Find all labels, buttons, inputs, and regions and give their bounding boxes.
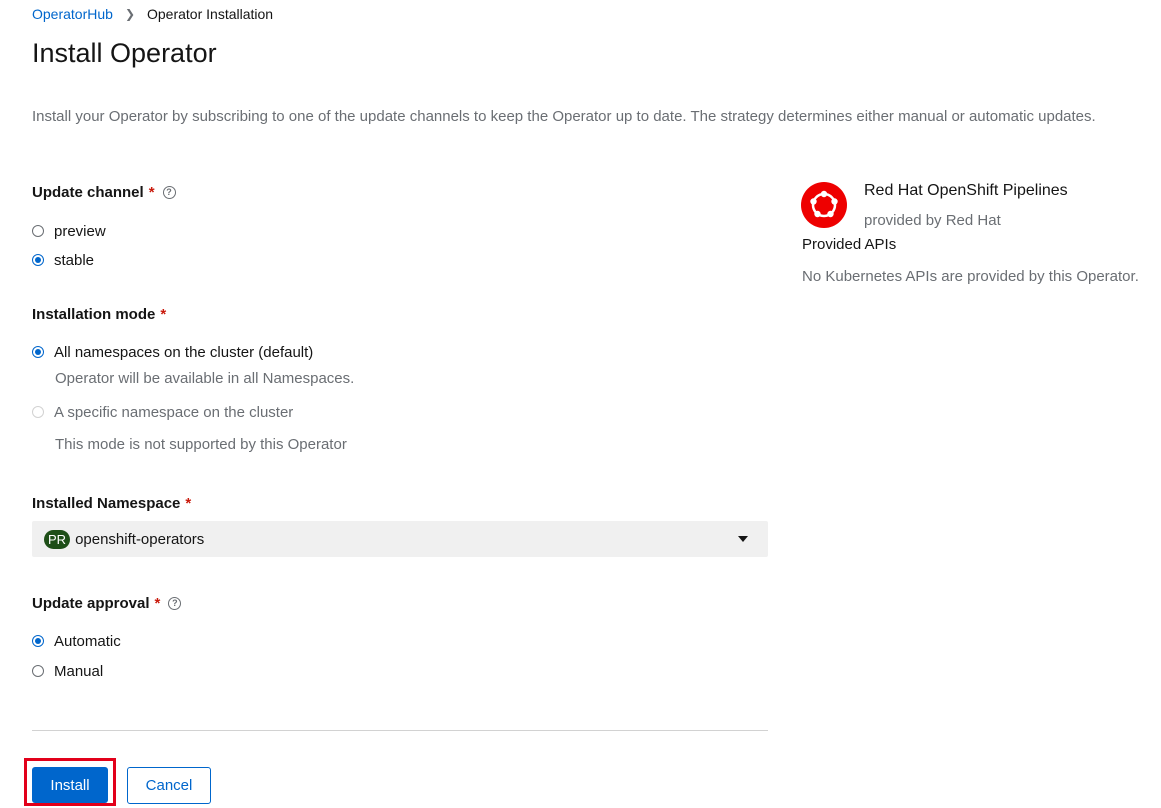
install-mode-option-label: All namespaces on the cluster (default): [54, 344, 314, 361]
update-channel-label: Update channel * ?: [32, 184, 176, 201]
question-circle-icon[interactable]: ?: [168, 597, 182, 610]
openshift-pipelines-logo-icon: [801, 182, 847, 228]
install-mode-specific-namespace: A specific namespace on the cluster: [32, 404, 293, 421]
chevron-right-icon: ❯: [124, 7, 135, 21]
question-circle-icon[interactable]: ?: [162, 186, 176, 199]
update-approval-label: Update approval * ?: [32, 595, 182, 612]
approval-option-label: Manual: [54, 663, 104, 680]
divider: [32, 730, 768, 731]
cancel-button[interactable]: Cancel: [127, 767, 211, 804]
radio-button[interactable]: [32, 346, 44, 358]
approval-option-automatic[interactable]: Automatic: [32, 633, 121, 650]
breadcrumb-current: Operator Installation: [147, 6, 274, 22]
radio-button[interactable]: [32, 635, 44, 647]
caret-down-icon: [738, 536, 748, 542]
approval-option-manual[interactable]: Manual: [32, 663, 103, 680]
install-button[interactable]: Install: [32, 767, 108, 803]
install-mode-option-label: A specific namespace on the cluster: [54, 404, 294, 421]
required-mark: *: [154, 595, 161, 612]
installed-namespace-label-text: Installed Namespace: [32, 495, 181, 512]
install-mode-help-text: This mode is not supported by this Opera…: [55, 436, 347, 453]
installation-mode-label-text: Installation mode: [32, 306, 156, 323]
provided-apis-title: Provided APIs: [802, 236, 897, 253]
approval-option-label: Automatic: [54, 633, 121, 650]
radio-button: [32, 406, 44, 418]
installed-namespace-label: Installed Namespace *: [32, 495, 191, 512]
update-channel-label-text: Update channel: [32, 184, 144, 201]
operator-provider: provided by Red Hat: [864, 212, 1001, 229]
page-description: Install your Operator by subscribing to …: [32, 108, 1096, 125]
channel-option-label: stable: [54, 252, 95, 269]
operator-name: Red Hat OpenShift Pipelines: [864, 182, 1068, 199]
channel-option-stable[interactable]: stable: [32, 252, 94, 269]
installed-namespace-dropdown[interactable]: PR openshift-operators: [32, 521, 768, 557]
installation-mode-label: Installation mode *: [32, 306, 166, 323]
required-mark: *: [148, 184, 155, 201]
required-mark: *: [160, 306, 167, 323]
required-mark: *: [185, 495, 192, 512]
install-mode-help-text: Operator will be available in all Namesp…: [55, 370, 355, 387]
update-approval-label-text: Update approval: [32, 595, 150, 612]
provided-apis-empty-text: No Kubernetes APIs are provided by this …: [802, 268, 1139, 285]
radio-button[interactable]: [32, 254, 44, 266]
radio-button[interactable]: [32, 665, 44, 677]
channel-option-label: preview: [54, 223, 106, 240]
page-title: Install Operator: [32, 38, 217, 68]
breadcrumb: OperatorHub ❯ Operator Installation: [32, 6, 273, 22]
install-mode-all-namespaces[interactable]: All namespaces on the cluster (default): [32, 344, 313, 361]
radio-button[interactable]: [32, 225, 44, 237]
namespace-select-value: openshift-operators: [75, 530, 205, 548]
breadcrumb-operatorhub-link[interactable]: OperatorHub: [32, 6, 113, 22]
channel-option-preview[interactable]: preview: [32, 223, 106, 240]
project-badge: PR: [44, 529, 71, 549]
